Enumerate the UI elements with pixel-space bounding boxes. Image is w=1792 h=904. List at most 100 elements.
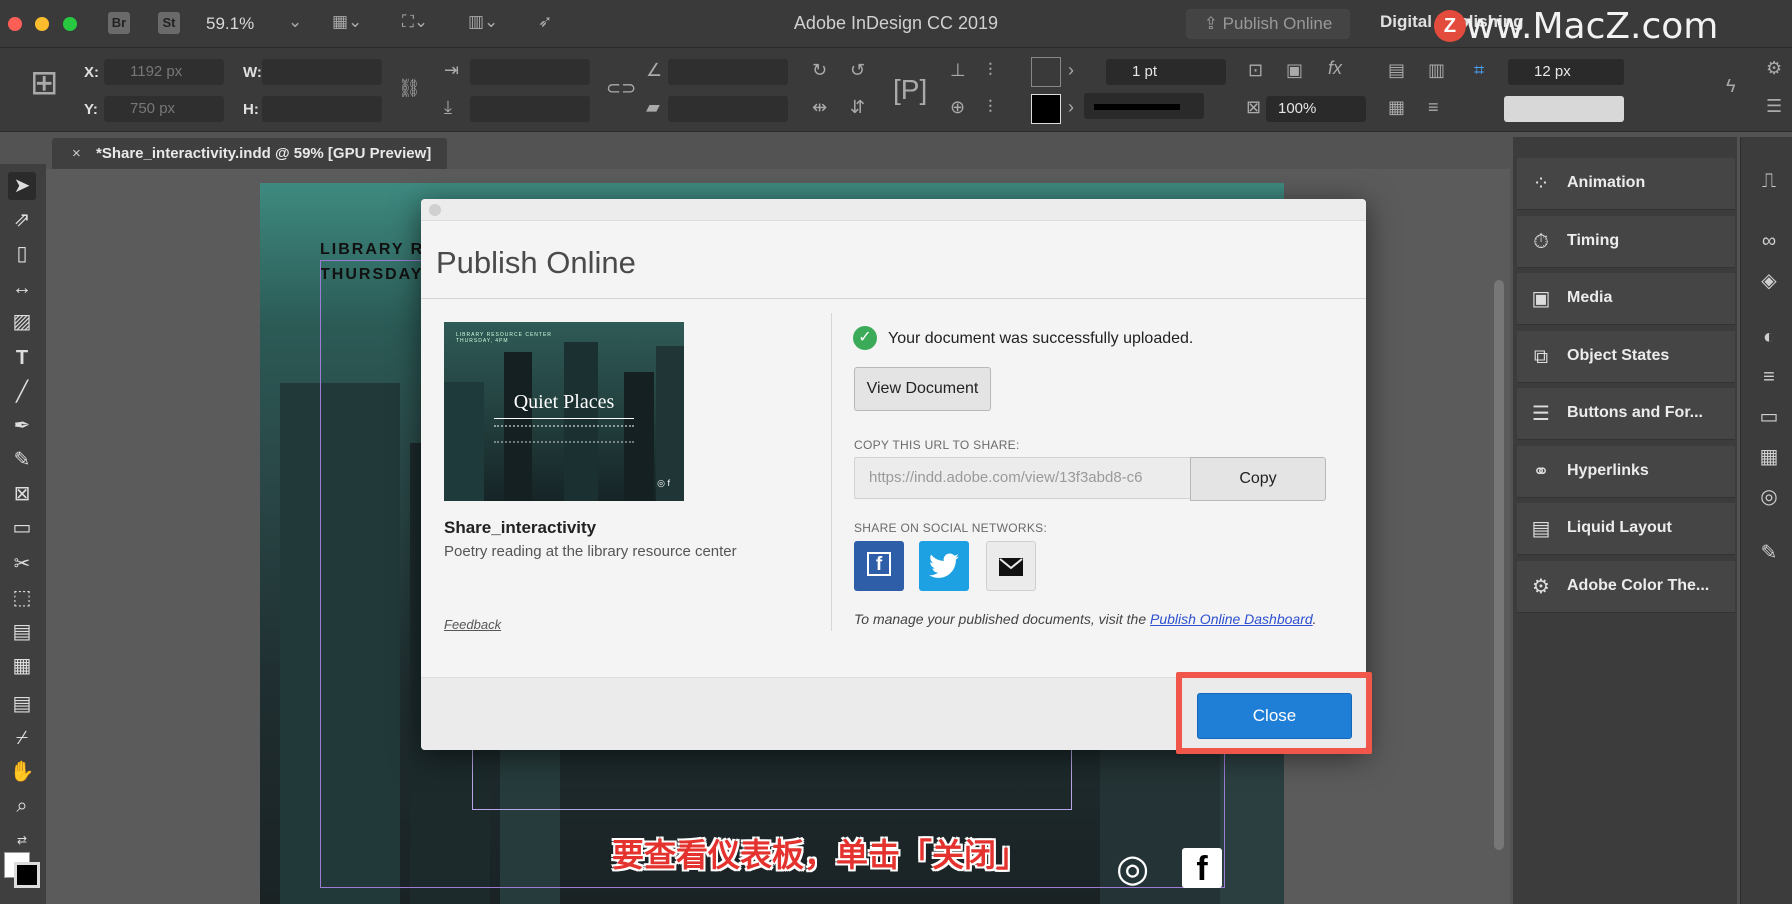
fill-stroke-proxy[interactable] [4, 852, 40, 888]
rotate-ccw-icon[interactable]: ↺ [850, 60, 865, 81]
reference-point-icon[interactable]: ⊞ [30, 66, 59, 100]
panel-media[interactable]: ▣ Media [1517, 273, 1735, 325]
pages-icon[interactable]: ⎍ [1756, 168, 1782, 194]
shear-field[interactable] [668, 96, 788, 122]
arrange-documents-icon[interactable]: ▥⌄ [468, 12, 498, 32]
stroke-panel-icon[interactable]: ≡ [1756, 364, 1782, 390]
direction-p-icon[interactable]: [P] [893, 74, 927, 106]
pen-tool-icon[interactable]: ✒ [8, 412, 36, 440]
x-field[interactable]: 1192 px [104, 59, 224, 85]
swap-fill-stroke-icon[interactable]: ⇄ [8, 826, 36, 854]
stroke-weight-field[interactable]: 1 pt [1106, 59, 1226, 85]
panel-adobe-color[interactable]: ⚙ Adobe Color The... [1517, 561, 1735, 613]
line-tool-icon[interactable]: ╱ [8, 378, 36, 406]
scale-x-field[interactable] [470, 59, 590, 85]
screen-mode-icon[interactable]: ⛶⌄ [402, 12, 428, 32]
object-style-select[interactable] [1504, 96, 1624, 122]
panel-animation[interactable]: ⁘ Animation [1517, 158, 1735, 210]
minimize-window-button[interactable] [35, 17, 49, 31]
panel-object-states[interactable]: ⧉ Object States [1517, 331, 1735, 383]
panel-timing[interactable]: ⏱ Timing [1517, 216, 1735, 268]
article-icon[interactable]: ✎ [1756, 540, 1782, 566]
rotate-cw-icon[interactable]: ↻ [812, 60, 827, 81]
distribute-middle-icon[interactable]: ⫶ [988, 97, 993, 118]
links-icon[interactable]: ∞ [1756, 228, 1782, 254]
link-scale-icon[interactable]: ⊂⊃ [606, 78, 636, 99]
feedback-link[interactable]: Feedback [444, 617, 501, 632]
wrap-object-icon[interactable]: ▦ [1388, 97, 1405, 118]
panel-menu-icon[interactable]: ☰ [1766, 96, 1782, 117]
swatches-icon[interactable]: ◐ [1756, 324, 1782, 350]
selection-tool-icon[interactable]: ➤ [8, 172, 36, 200]
dialog-close-button[interactable] [429, 204, 441, 216]
stock-button[interactable]: St [158, 12, 180, 34]
copy-button[interactable]: Copy [1190, 457, 1326, 501]
note-tool-icon[interactable]: ▤ [8, 690, 36, 718]
panel-liquid-layout[interactable]: ▤ Liquid Layout [1517, 503, 1735, 555]
flip-vertical-icon[interactable]: ⇵ [850, 97, 865, 118]
panel-buttons-forms[interactable]: ☰ Buttons and For... [1517, 388, 1735, 440]
gap-tool-icon[interactable]: ↔ [8, 274, 36, 302]
flip-horizontal-icon[interactable]: ⇹ [812, 97, 827, 118]
layers-icon[interactable]: ◈ [1756, 268, 1782, 294]
zoom-level[interactable]: 59.1% [206, 14, 254, 34]
stroke-swatch[interactable] [1031, 94, 1061, 124]
content-collector-icon[interactable]: ▨ [8, 308, 36, 336]
align-middle-icon[interactable]: ⊕ [950, 97, 965, 118]
h-field[interactable] [262, 96, 382, 122]
w-field[interactable] [262, 59, 382, 85]
panel-hyperlinks[interactable]: ⚭ Hyperlinks [1517, 446, 1735, 498]
publish-online-button[interactable]: ⇪ Publish Online [1186, 9, 1350, 39]
close-button[interactable]: Close [1197, 693, 1352, 739]
direct-selection-tool-icon[interactable]: ⇗ [8, 206, 36, 234]
free-transform-tool-icon[interactable]: ⬚ [8, 584, 36, 612]
bridge-button[interactable]: Br [108, 12, 130, 34]
align-top-icon[interactable]: ⊥ [950, 60, 966, 81]
drop-shadow-icon[interactable]: ▣ [1286, 60, 1303, 81]
fill-swatch[interactable] [1031, 57, 1061, 87]
settings-gear-icon[interactable]: ⚙ [1766, 58, 1782, 79]
document-tab[interactable]: × *Share_interactivity.indd @ 59% [GPU P… [52, 138, 447, 169]
text-wrap-icon[interactable]: ▤ [1388, 60, 1405, 81]
scissors-tool-icon[interactable]: ✂ [8, 550, 36, 578]
share-email-button[interactable] [986, 541, 1036, 591]
scale-y-field[interactable] [470, 96, 590, 122]
page-tool-icon[interactable]: ▯ [8, 240, 36, 268]
cc-libraries-icon[interactable]: ◎ [1756, 484, 1782, 510]
eyedropper-tool-icon[interactable]: ⌿ [8, 724, 36, 752]
zoom-window-button[interactable] [63, 17, 77, 31]
view-document-button[interactable]: View Document [854, 367, 991, 411]
rectangle-frame-tool-icon[interactable]: ⊠ [8, 480, 36, 508]
publish-rocket-icon[interactable]: ➶ [538, 12, 552, 32]
close-window-button[interactable] [8, 17, 22, 31]
view-options-icon[interactable]: ▦⌄ [332, 12, 362, 32]
quick-apply-icon[interactable]: ϟ [1726, 76, 1736, 97]
distribute-icon[interactable]: ⫶ [988, 60, 993, 81]
color-icon[interactable]: ▭ [1756, 404, 1782, 430]
share-twitter-button[interactable] [919, 541, 969, 591]
rectangle-tool-icon[interactable]: ▭ [8, 514, 36, 542]
gradient-swatch-tool-icon[interactable]: ▤ [8, 618, 36, 646]
wrap-jump-icon[interactable]: ≡ [1428, 97, 1439, 118]
fill-arrow-icon[interactable]: › [1068, 60, 1074, 81]
publish-online-dashboard-link[interactable]: Publish Online Dashboard [1150, 611, 1313, 627]
effects-fx-icon[interactable]: fx [1328, 58, 1342, 79]
type-tool-icon[interactable]: T [8, 344, 36, 372]
constrain-proportions-icon[interactable]: ⛓ [398, 78, 421, 99]
gradient-feather-tool-icon[interactable]: ▦ [8, 652, 36, 680]
stroke-arrow-icon[interactable]: › [1068, 97, 1074, 118]
text-wrap-around-icon[interactable]: ▥ [1428, 60, 1445, 81]
zoom-dropdown-icon[interactable]: ⌄ [288, 12, 302, 32]
vertical-scrollbar[interactable] [1494, 280, 1504, 850]
y-field[interactable]: 750 px [104, 96, 224, 122]
share-url-field[interactable]: https://indd.adobe.com/view/13f3abd8-c6 [854, 457, 1192, 499]
frame-fitting-icon[interactable]: ⊡ [1248, 60, 1263, 81]
zoom-tool-icon[interactable]: ⌕ [8, 792, 36, 820]
pencil-tool-icon[interactable]: ✎ [8, 446, 36, 474]
gradient-icon[interactable]: ▦ [1756, 444, 1782, 470]
share-facebook-button[interactable]: f [854, 541, 904, 591]
gap-field[interactable]: 12 px [1508, 59, 1624, 85]
rotate-field[interactable] [668, 59, 788, 85]
hand-tool-icon[interactable]: ✋ [8, 758, 36, 786]
tab-close-icon[interactable]: × [72, 138, 81, 169]
